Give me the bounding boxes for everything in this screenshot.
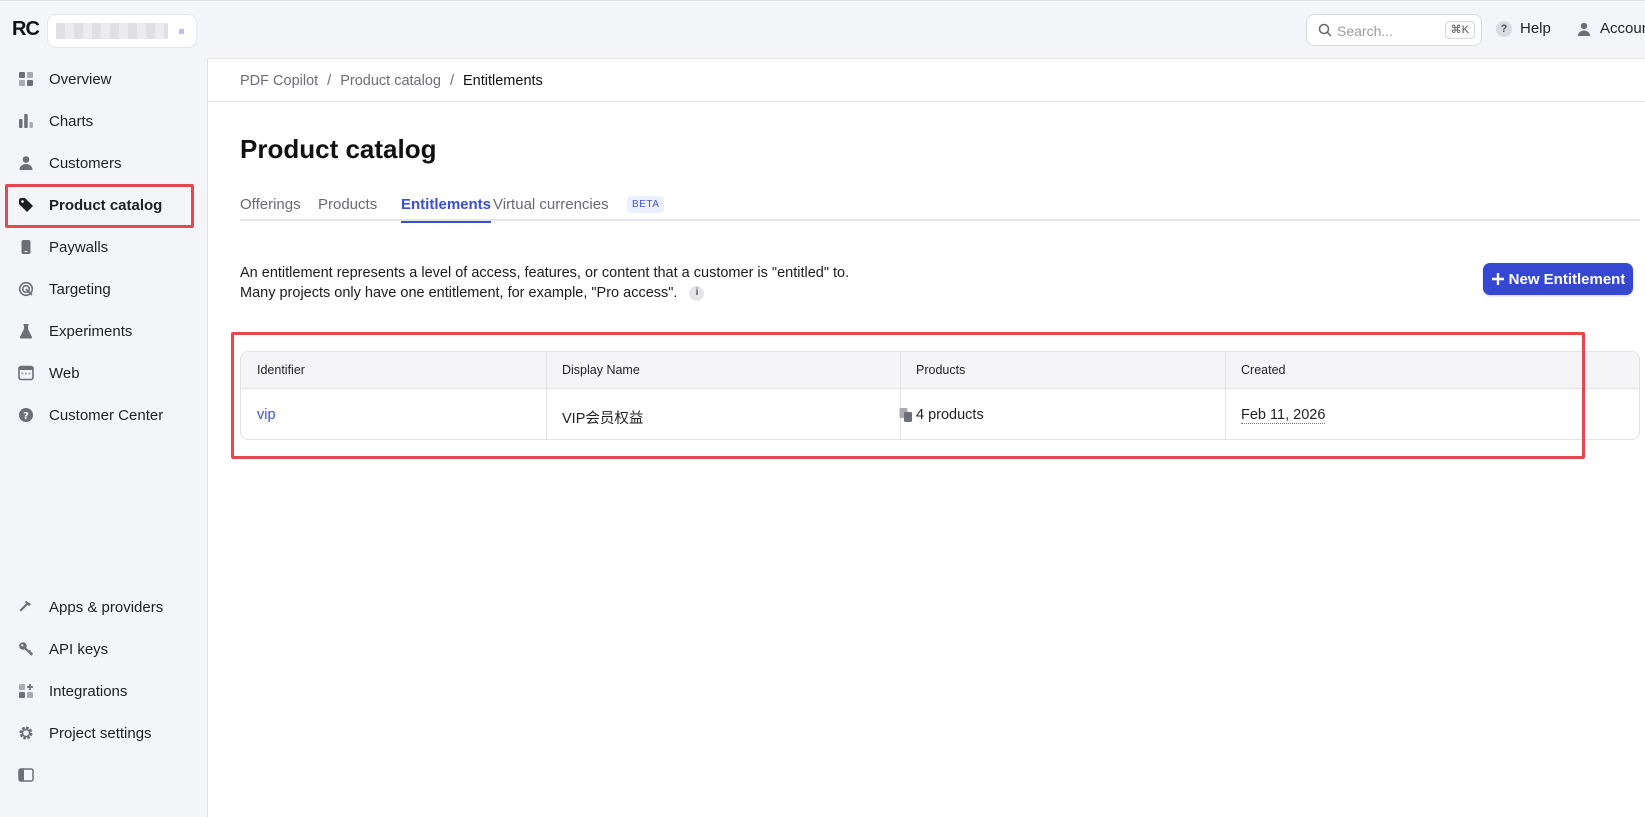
sidebar-item-label: Project settings — [49, 724, 152, 742]
browser-icon — [17, 364, 35, 382]
sidebar: Overview Charts Customers Product catalo… — [0, 58, 207, 817]
sidebar-item-label: Paywalls — [49, 238, 109, 256]
plus-icon — [1491, 273, 1504, 285]
sidebar-item-targeting[interactable]: Targeting — [6, 269, 194, 309]
account-button[interactable]: Account — [1576, 20, 1645, 37]
sidebar-item-customer-center[interactable]: ? Customer Center — [6, 395, 194, 435]
breadcrumb-separator: / — [327, 73, 332, 89]
entitlement-products-count[interactable]: 4 products — [916, 407, 984, 423]
sidebar-toggle-icon — [17, 766, 35, 784]
user-icon — [17, 154, 35, 172]
entitlement-description: An entitlement represents a level of acc… — [240, 263, 849, 303]
sidebar-item-apps-providers[interactable]: Apps & providers — [6, 587, 194, 627]
new-entitlement-button[interactable]: New Entitlement — [1483, 263, 1633, 295]
sidebar-item-integrations[interactable]: Integrations — [6, 671, 194, 711]
entitlements-table: Identifier Display Name Products Created… — [240, 351, 1640, 440]
svg-text:?: ? — [23, 411, 29, 422]
breadcrumb-product-catalog[interactable]: Product catalog — [340, 73, 441, 89]
sidebar-item-label: API keys — [49, 640, 109, 658]
page-title: Product catalog — [240, 134, 437, 164]
plus-grid-icon — [17, 682, 35, 700]
sidebar-item-paywalls[interactable]: Paywalls — [6, 227, 194, 267]
bar-chart-icon — [17, 112, 35, 130]
sidebar-item-charts[interactable]: Charts — [6, 101, 194, 141]
tab-bar: Offerings Products Entitlements Virtual … — [240, 191, 1640, 223]
breadcrumb-current: Entitlements — [463, 73, 543, 89]
sidebar-item-experiments[interactable]: Experiments — [6, 311, 194, 351]
project-name-redacted — [56, 23, 168, 39]
top-bar: RC Search... ⌘K ? Help Account — [0, 0, 1645, 58]
search-input[interactable]: Search... ⌘K — [1306, 14, 1482, 46]
description-line-2: Many projects only have one entitlement,… — [240, 285, 678, 301]
column-divider — [900, 352, 901, 439]
search-shortcut: ⌘K — [1444, 21, 1475, 39]
entitlement-created-date: Feb 11, 2026 — [1241, 407, 1326, 424]
search-icon — [1318, 23, 1332, 37]
divider — [208, 101, 1645, 102]
sidebar-item-label: Customer Center — [49, 406, 164, 424]
sidebar-item-label: Apps & providers — [49, 598, 164, 616]
table-header: Identifier Display Name Products Created — [241, 352, 1639, 389]
project-indicator — [179, 29, 184, 34]
tab-entitlements[interactable]: Entitlements — [401, 196, 492, 223]
account-label: Account — [1600, 20, 1645, 37]
user-icon — [1578, 22, 1590, 36]
sidebar-item-label: Experiments — [49, 322, 133, 340]
main-content: PDF Copilot / Product catalog / Entitlem… — [207, 58, 1645, 817]
tab-offerings[interactable]: Offerings — [240, 196, 301, 221]
help-label: Help — [1520, 20, 1551, 37]
copy-icon[interactable] — [898, 407, 914, 423]
sidebar-item-label: Charts — [49, 112, 94, 130]
info-icon[interactable]: i — [689, 285, 705, 301]
breadcrumb-project[interactable]: PDF Copilot — [240, 73, 318, 89]
target-icon — [17, 280, 35, 298]
sidebar-item-label: Overview — [49, 70, 112, 88]
flask-icon — [17, 322, 35, 340]
sidebar-item-label: Targeting — [49, 280, 111, 298]
help-button[interactable]: ? Help — [1496, 20, 1551, 37]
sidebar-item-product-catalog[interactable]: Product catalog — [6, 185, 194, 225]
sidebar-item-label: Customers — [49, 154, 122, 172]
description-line-1: An entitlement represents a level of acc… — [240, 265, 850, 281]
hammer-icon — [17, 598, 35, 616]
breadcrumb: PDF Copilot / Product catalog / Entitlem… — [240, 73, 543, 89]
column-header-display-name[interactable]: Display Name — [562, 363, 640, 377]
key-icon — [17, 640, 35, 658]
sidebar-item-label: Product catalog — [49, 196, 163, 214]
project-switcher[interactable] — [48, 15, 196, 47]
column-divider — [546, 352, 547, 439]
gear-icon — [17, 724, 35, 742]
tag-icon — [17, 196, 35, 214]
question-icon: ? — [17, 406, 35, 424]
column-header-products[interactable]: Products — [916, 363, 965, 377]
sidebar-item-project-settings[interactable]: Project settings — [6, 713, 194, 753]
entitlement-identifier-link[interactable]: vip — [257, 407, 276, 423]
sidebar-item-overview[interactable]: Overview — [6, 59, 194, 99]
sidebar-item-customers[interactable]: Customers — [6, 143, 194, 183]
column-header-identifier[interactable]: Identifier — [257, 363, 305, 377]
sidebar-item-web[interactable]: Web — [6, 353, 194, 393]
breadcrumb-separator: / — [449, 73, 454, 89]
grid-icon — [17, 70, 35, 88]
phone-icon — [17, 238, 35, 256]
search-placeholder: Search... — [1337, 23, 1394, 39]
sidebar-item-api-keys[interactable]: API keys — [6, 629, 194, 669]
new-entitlement-label: New Entitlement — [1508, 270, 1626, 288]
tab-products[interactable]: Products — [318, 196, 377, 221]
tab-virtual-currencies[interactable]: Virtual currencies — [493, 196, 609, 221]
column-header-created[interactable]: Created — [1241, 363, 1285, 377]
beta-badge: BETA — [627, 196, 665, 213]
column-divider — [1225, 352, 1226, 439]
question-icon: ? — [1496, 20, 1512, 37]
sidebar-item-label: Integrations — [49, 682, 128, 700]
sidebar-collapse-button[interactable] — [6, 755, 194, 795]
sidebar-item-label: Web — [49, 364, 80, 382]
entitlement-display-name: VIP会员权益 — [562, 411, 644, 427]
app-logo[interactable]: RC — [12, 18, 40, 41]
